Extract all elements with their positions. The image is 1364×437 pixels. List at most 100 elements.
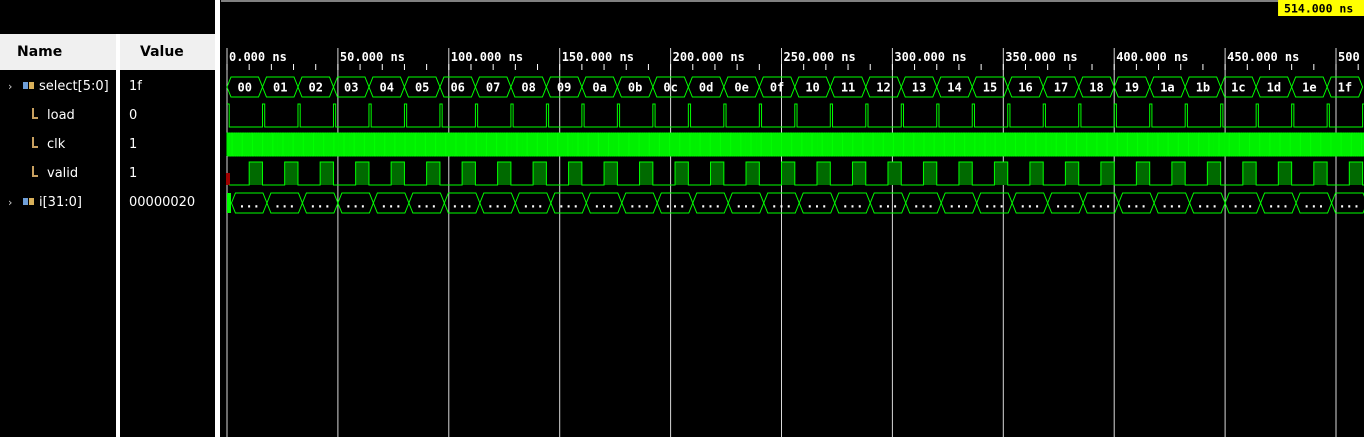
signal-row-i[interactable]: › i[31:0] <box>8 188 82 217</box>
i-bus-value: ... <box>1090 197 1112 211</box>
signal-name: clk <box>47 137 66 152</box>
i-bus-value: ... <box>1055 197 1077 211</box>
i-bus-value: ... <box>984 197 1006 211</box>
select-bus-value: 0d <box>699 81 713 95</box>
valid-high-fill <box>604 162 618 185</box>
value-column-label: Value <box>140 44 184 60</box>
signal-name: valid <box>47 166 79 181</box>
i-bus-initial-x <box>227 193 231 213</box>
select-bus-value: 19 <box>1125 81 1139 95</box>
valid-high-fill <box>1136 162 1150 185</box>
valid-high-fill <box>1313 162 1328 185</box>
signal-value: 1 <box>129 166 138 181</box>
valid-high-fill <box>781 162 795 185</box>
valid-high-fill <box>746 162 760 185</box>
time-tick-label: 500 <box>1338 50 1360 64</box>
i-bus-value: ... <box>345 197 367 211</box>
select-bus-value: 17 <box>1054 81 1068 95</box>
i-bus-value: ... <box>877 197 899 211</box>
select-bus-value: 18 <box>1089 81 1103 95</box>
i-bus-value: ... <box>664 197 686 211</box>
select-bus-value: 07 <box>486 81 500 95</box>
signal-row-select[interactable]: › select[5:0] <box>8 72 109 101</box>
i-bus-value: ... <box>309 197 331 211</box>
valid-high-fill <box>1207 162 1221 185</box>
valid-high-fill <box>1349 162 1363 185</box>
select-bus-value: 0f <box>770 81 784 95</box>
name-column-label: Name <box>17 44 63 60</box>
select-bus-value: 16 <box>1018 81 1032 95</box>
select-bus-value: 03 <box>344 81 358 95</box>
waveform-canvas[interactable]: 0.000 ns 50.000 ns 100.000 ns 150.000 ns 200… <box>221 0 1364 437</box>
i-bus-value: ... <box>416 197 438 211</box>
valid-high-fill <box>958 162 973 185</box>
signal-value: 0 <box>129 108 138 123</box>
select-bus-value: 13 <box>912 81 926 95</box>
valid-high-fill <box>710 162 724 185</box>
bit-icon <box>30 136 44 154</box>
valid-high-fill <box>426 162 440 185</box>
name-value-divider[interactable] <box>116 34 120 437</box>
waveform-background <box>221 0 1364 437</box>
signal-value: 1f <box>129 79 142 94</box>
select-bus-value: 1b <box>1196 81 1210 95</box>
select-bus-value: 0b <box>628 81 642 95</box>
select-bus-value: 01 <box>273 81 287 95</box>
valid-high-fill <box>249 162 263 185</box>
select-bus-value: 02 <box>308 81 322 95</box>
valid-high-fill <box>533 162 547 185</box>
signal-row-clk[interactable]: clk <box>30 130 65 159</box>
i-bus-value: ... <box>1267 197 1289 211</box>
i-bus-value: ... <box>629 197 651 211</box>
select-bus-value: 05 <box>415 81 429 95</box>
i-bus-value: ... <box>771 197 793 211</box>
signal-row-load[interactable]: load <box>30 101 75 130</box>
valid-high-fill <box>1029 162 1044 185</box>
valid-high-fill <box>675 162 689 185</box>
i-bus-value: ... <box>1338 197 1360 211</box>
i-bus-value: ... <box>1126 197 1148 211</box>
select-bus-value: 14 <box>947 81 961 95</box>
select-bus-value: 1e <box>1302 81 1316 95</box>
name-column-header[interactable]: Name <box>0 34 116 70</box>
time-tick-label: 100.000 ns <box>451 50 523 64</box>
i-bus-value: ... <box>522 197 544 211</box>
i-bus-value: ... <box>1232 197 1254 211</box>
i-bus-value: ... <box>558 197 580 211</box>
bit-icon <box>30 165 44 183</box>
signal-name: i[31:0] <box>39 195 82 210</box>
valid-high-fill <box>1278 162 1292 185</box>
signal-name: select[5:0] <box>39 79 109 94</box>
time-tick-label: 250.000 ns <box>784 50 856 64</box>
i-bus-value: ... <box>1303 197 1325 211</box>
select-bus-value: 10 <box>805 81 819 95</box>
valid-high-fill <box>568 162 582 185</box>
i-bus-value: ... <box>593 197 615 211</box>
chevron-right-icon[interactable]: › <box>8 196 18 209</box>
i-bus-value: ... <box>913 197 935 211</box>
valid-initial-x <box>226 173 230 185</box>
cursor-label: 514.000 ns <box>1284 2 1353 16</box>
bit-icon <box>30 107 44 125</box>
value-column-header[interactable]: Value <box>120 34 215 70</box>
i-bus-value: ... <box>274 197 296 211</box>
time-tick-label: 450.000 ns <box>1227 50 1299 64</box>
select-bus-value: 1a <box>1160 81 1174 95</box>
select-bus-value: 00 <box>238 81 252 95</box>
bus-icon <box>22 195 36 211</box>
valid-high-fill <box>391 162 405 185</box>
time-tick-label: 400.000 ns <box>1116 50 1188 64</box>
select-bus-value: 06 <box>450 81 464 95</box>
signal-row-valid[interactable]: valid <box>30 159 78 188</box>
chevron-right-icon[interactable]: › <box>8 80 18 93</box>
value-wave-divider[interactable] <box>215 0 220 437</box>
time-tick-label: 300.000 ns <box>894 50 966 64</box>
i-bus-value: ... <box>948 197 970 211</box>
i-bus-value: ... <box>1019 197 1041 211</box>
valid-high-fill <box>284 162 298 185</box>
select-bus-value: 04 <box>379 81 393 95</box>
i-bus-value: ... <box>380 197 402 211</box>
select-bus-value: 0e <box>734 81 748 95</box>
select-bus-value: 1d <box>1267 81 1281 95</box>
valid-high-fill <box>1171 162 1186 185</box>
